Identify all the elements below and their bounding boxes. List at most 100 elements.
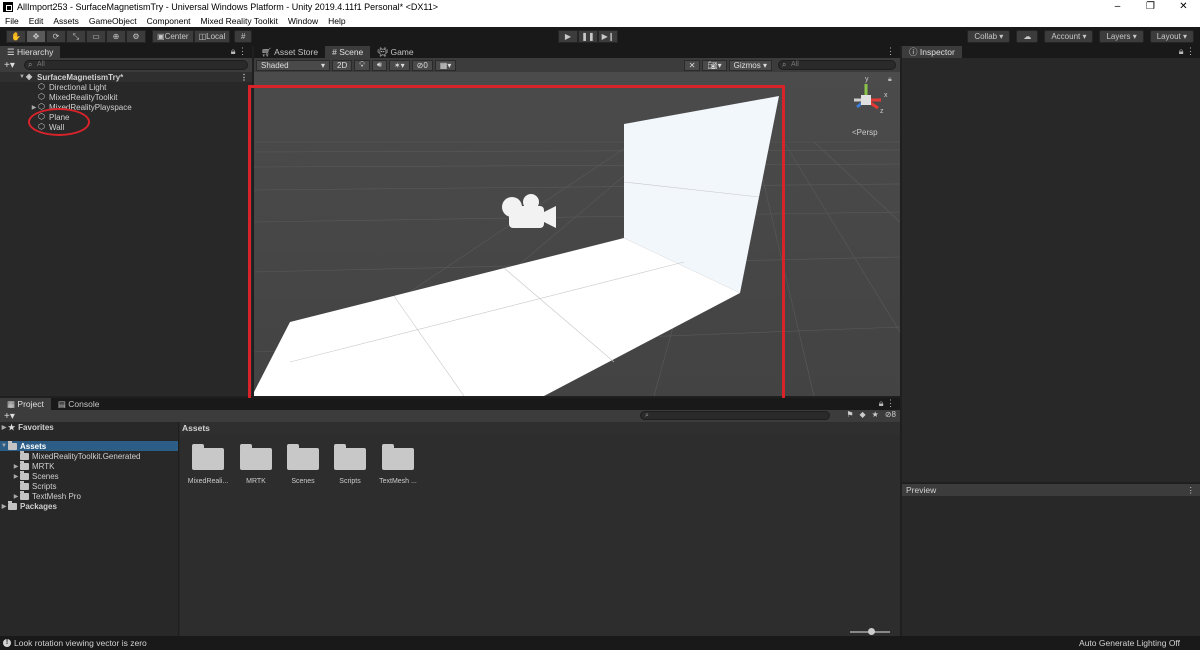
icon-size-slider[interactable] [850,628,890,635]
shading-label: Shaded [261,60,289,70]
caret-right-icon[interactable]: ▶ [12,463,20,470]
tab-project[interactable]: ▦ Project [0,398,51,410]
menu-component[interactable]: Component [142,16,196,26]
tab-game[interactable]: 👾︎ Game [370,46,420,58]
filter-label-icon[interactable]: ◆ [860,410,866,419]
status-message[interactable]: Look rotation viewing vector is zero [14,638,147,648]
gizmos-dropdown[interactable]: Gizmos ▾ [728,59,772,71]
hierarchy-search-row: +▾ All [0,58,252,72]
gizmo-lock-icon[interactable]: 🔒︎ [888,76,892,84]
close-button[interactable]: ✕ [1167,0,1200,14]
rotate-tool-icon[interactable]: ⟳ [46,30,66,43]
scene-search-input[interactable]: All [778,60,896,70]
create-dropdown[interactable]: +▾ [4,60,18,71]
pivot-toggles: ▣ Center ◫ Local [152,30,231,43]
menu-mixed-reality-toolkit[interactable]: Mixed Reality Toolkit [196,16,283,26]
list-item[interactable]: ⬡ Directional Light [0,82,252,92]
caret-down-icon[interactable]: ▼ [0,443,8,449]
center-toggle-button[interactable]: ▣ Center [152,30,194,43]
caret-right-icon[interactable]: ▶ [30,104,38,111]
project-create-dropdown[interactable]: +▾ [4,411,18,422]
list-item[interactable]: MixedRealityToolkit.Generated [0,450,178,461]
caret-right-icon[interactable]: ▶ [0,424,8,431]
tab-asset-store[interactable]: 🛒︎ Asset Store [254,46,325,58]
inspector-menu-icon[interactable]: 🔒︎ ⋮ [1179,46,1195,57]
audio-icon[interactable]: 🔊︎ [371,59,387,71]
scene-row[interactable]: ▼ ◈ SurfaceMagnetismTry* ⋮ [0,72,252,82]
asset-tile[interactable]: MRTK [234,444,278,485]
menu-edit[interactable]: Edit [24,16,49,26]
asset-tile[interactable]: MixedReali... [186,444,230,485]
grid-icon[interactable]: ▦▾ [434,59,457,71]
local-toggle-button[interactable]: ◫ Local [193,30,231,43]
menu-assets[interactable]: Assets [48,16,84,26]
camera-icon[interactable]: 📷︎▾ [702,59,727,71]
menu-gameobject[interactable]: GameObject [84,16,142,26]
scene-menu-icon[interactable]: ⋮ [886,46,895,57]
tab-scene[interactable]: # Scene [325,46,371,58]
collab-button[interactable]: Collab ▾ [967,30,1011,43]
list-item[interactable]: ▶ Scenes [0,470,178,481]
layout-button[interactable]: Layout ▾ [1149,30,1194,43]
list-item[interactable]: Scripts [0,480,178,491]
packages-row[interactable]: ▶ Packages [0,500,178,511]
toggle-2d-button[interactable]: 2D [332,59,353,71]
tools-icon[interactable]: ✕ [683,59,701,71]
preview-header[interactable]: Preview ⋮ [902,484,1200,496]
list-item[interactable]: ⬡ MixedRealityToolkit [0,92,252,102]
play-icon[interactable]: ▶ [558,30,578,43]
hierarchy-tabbar: ☰ Hierarchy 🔒︎ ⋮ [0,46,252,58]
asset-tile[interactable]: TextMesh ... [376,444,420,485]
caret-right-icon[interactable]: ▶ [12,473,20,480]
cloud-icon[interactable]: ☁ [1016,30,1039,43]
unity-logo-icon [3,2,13,12]
account-button[interactable]: Account ▾ [1044,30,1094,43]
hand-tool-icon[interactable]: ✋ [6,30,26,43]
tab-hierarchy[interactable]: ☰ Hierarchy [0,46,61,58]
layers-button[interactable]: Layers ▾ [1099,30,1144,43]
minimize-button[interactable]: – [1101,0,1134,14]
asset-tile[interactable]: Scripts [328,444,372,485]
favorites-row[interactable]: ▶ ★ Favorites [0,422,178,432]
shading-dropdown[interactable]: Shaded ▾ [256,59,330,71]
tab-console[interactable]: ▤ Console [51,398,107,410]
orientation-gizmo[interactable]: y x z 🔒︎ [844,76,894,126]
panel-lock-icon[interactable]: 🔒︎ ⋮ [231,46,247,57]
caret-down-icon[interactable]: ▼ [18,74,26,80]
menu-help[interactable]: Help [323,16,350,26]
hierarchy-search-input[interactable]: All [24,60,248,70]
effects-icon[interactable]: ✶▾ [388,59,410,71]
window-title: AllImport253 - SurfaceMagnetismTry - Uni… [17,2,439,12]
folder-icon [287,444,319,470]
caret-right-icon[interactable]: ▶ [12,493,20,500]
maximize-button[interactable]: ❐ [1134,0,1167,14]
list-item[interactable]: ▶ TextMesh Pro [0,490,178,501]
filter-type-icon[interactable]: ⚑ [846,410,853,419]
menu-file[interactable]: File [0,16,24,26]
perspective-label[interactable]: <Persp [852,128,878,137]
project-search-input[interactable]: ⌕ [640,411,830,420]
preview-menu-icon[interactable]: ⋮ [1183,485,1196,496]
lighting-status[interactable]: Auto Generate Lighting Off [1079,638,1180,648]
tab-inspector[interactable]: ⓘ Inspector [902,46,962,58]
scale-tool-icon[interactable]: ⤡ [66,30,86,43]
hidden-objects-button[interactable]: ⊘ 0 [411,59,433,71]
scene-menu-icon[interactable]: ⋮ [240,73,248,82]
project-menu-icon[interactable]: 🔒︎ ⋮ [879,398,895,409]
grid-snap-icon[interactable]: # [234,30,253,43]
step-icon[interactable]: ▶❙ [598,30,618,43]
rect-tool-icon[interactable]: ▭ [86,30,106,43]
custom-tool-icon[interactable]: ⚙ [126,30,146,43]
favorite-star-icon[interactable]: ★ [872,410,879,419]
assets-row[interactable]: ▼ Assets [0,440,178,451]
menu-window[interactable]: Window [283,16,323,26]
asset-tile[interactable]: Scenes [281,444,325,485]
list-item[interactable]: ▶ MRTK [0,460,178,471]
hidden-packages-icon[interactable]: ⊘8 [885,410,896,419]
lighting-icon[interactable]: 💡︎ [354,59,370,71]
caret-right-icon[interactable]: ▶ [0,503,8,510]
hierarchy-item-label: Directional Light [49,82,107,92]
pause-icon[interactable]: ❚❚ [578,30,598,43]
move-tool-icon[interactable]: ✥ [26,30,46,43]
transform-tool-icon[interactable]: ⊕ [106,30,126,43]
